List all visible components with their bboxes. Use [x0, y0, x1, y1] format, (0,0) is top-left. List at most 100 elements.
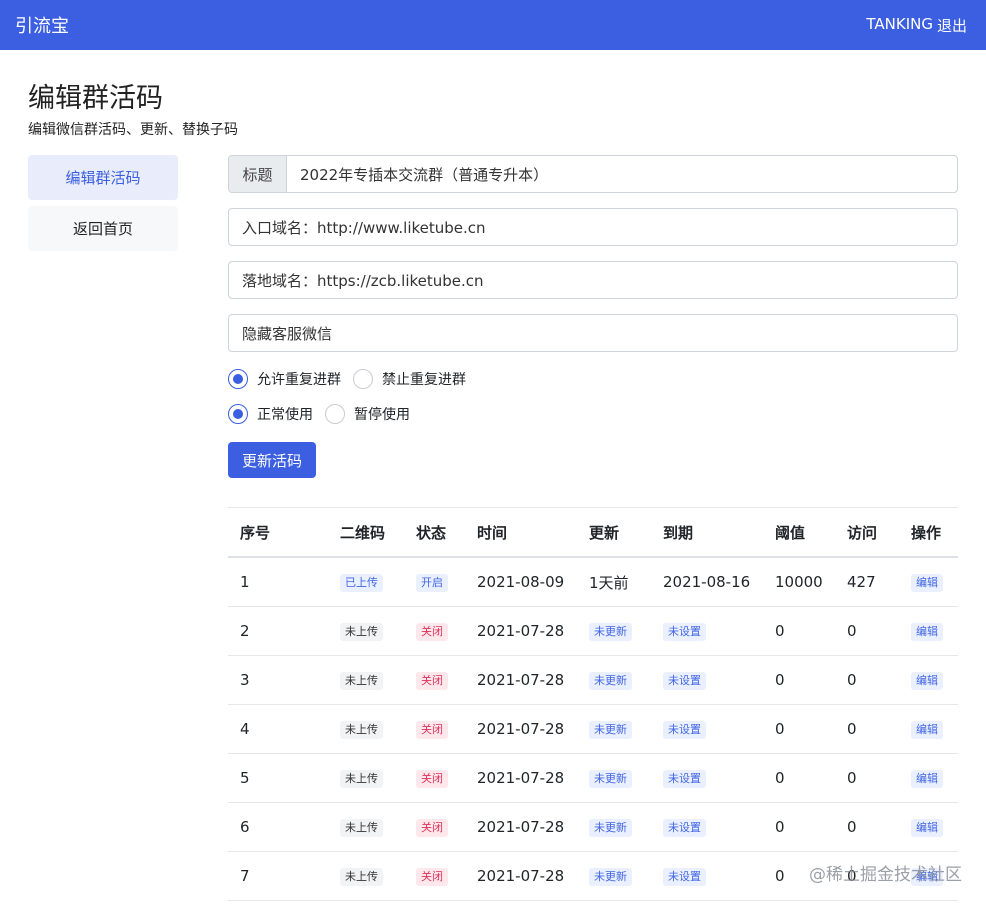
table-cell: 关闭	[404, 866, 465, 886]
table-cell: 编辑	[899, 621, 958, 641]
header-cell: 状态	[416, 523, 447, 542]
table-cell: 0	[763, 769, 835, 787]
radio-normal[interactable]: 正常使用	[228, 404, 313, 424]
update-cell: 未更新	[589, 721, 632, 739]
title-input[interactable]: 2022年专插本交流群（普通专升本）	[287, 164, 561, 185]
logout-link[interactable]: 退出	[937, 15, 967, 36]
cell-time: 2021-07-28	[477, 622, 565, 640]
qrcode-badge: 未上传	[340, 721, 383, 739]
cell-time: 2021-07-28	[477, 671, 565, 689]
edit-badge[interactable]: 编辑	[911, 672, 943, 690]
update-cell: 未更新	[589, 672, 632, 690]
cell-visits: 0	[847, 720, 857, 738]
table-cell: 未更新	[577, 817, 651, 837]
radio-checked-icon[interactable]	[228, 404, 248, 424]
cell-time: 2021-07-28	[477, 720, 565, 738]
radio-unchecked-icon[interactable]	[353, 369, 373, 389]
qrcode-badge: 未上传	[340, 770, 383, 788]
header-cell: 到期	[663, 523, 694, 542]
table-cell: 2021-07-28	[465, 818, 577, 836]
table-cell: 未更新	[577, 768, 651, 788]
table-cell: 未上传	[328, 719, 404, 739]
qrcode-badge: 未上传	[340, 868, 383, 886]
edit-badge[interactable]: 编辑	[911, 574, 943, 592]
table-cell: 未更新	[577, 866, 651, 886]
landing-domain-value: 落地域名：https://zcb.liketube.cn	[242, 271, 484, 290]
cell-threshold: 0	[775, 622, 785, 640]
expiry-cell: 未设置	[663, 672, 706, 690]
cell-threshold: 10000	[775, 573, 823, 591]
table-cell: 编辑	[899, 719, 958, 739]
table-row: 4 未上传 关闭 2021-07-28 未更新 未设置 0 0 编辑	[228, 705, 958, 754]
update-button[interactable]: 更新活码	[228, 442, 316, 478]
table-cell: 关闭	[404, 768, 465, 788]
hidden-service-field[interactable]: 隐藏客服微信	[228, 314, 958, 352]
table-cell: 2021-07-28	[465, 867, 577, 885]
cell-visits: 427	[847, 573, 876, 591]
table-cell: 编辑	[899, 572, 958, 592]
edit-badge[interactable]: 编辑	[911, 770, 943, 788]
expiry-cell: 未设置	[663, 868, 706, 886]
page-title: 编辑群活码	[28, 83, 163, 114]
edit-badge[interactable]: 编辑	[911, 819, 943, 837]
expiry-cell: 2021-08-16	[663, 573, 751, 591]
edit-badge[interactable]: 编辑	[911, 623, 943, 641]
cell-visits: 0	[847, 769, 857, 787]
header-cell: 更新	[589, 523, 620, 542]
radio-allow-repeat[interactable]: 允许重复进群	[228, 369, 341, 389]
table-cell: 0	[835, 769, 899, 787]
table-row: 3 未上传 关闭 2021-07-28 未更新 未设置 0 0 编辑	[228, 656, 958, 705]
user-menu: TANKING 退出	[866, 15, 967, 36]
expiry-cell: 未设置	[663, 623, 706, 641]
table-cell: 3	[228, 671, 328, 689]
cell-time: 2021-08-09	[477, 573, 565, 591]
title-field[interactable]: 标题 2022年专插本交流群（普通专升本）	[228, 155, 958, 193]
table-row: 6 未上传 关闭 2021-07-28 未更新 未设置 0 0 编辑	[228, 803, 958, 852]
watermark: @稀土掘金技术社区	[809, 865, 962, 885]
radio-forbid-repeat[interactable]: 禁止重复进群	[353, 369, 466, 389]
table-cell: 4	[228, 720, 328, 738]
table-cell: 2021-07-28	[465, 622, 577, 640]
hidden-service-value: 隐藏客服微信	[242, 324, 333, 343]
subcode-table: 序号 二维码 状态 时间 更新 到期 阈值 访问 操作 1 已上传 开启 2021-0…	[228, 507, 958, 901]
top-navbar: 引流宝 TANKING 退出	[0, 0, 986, 50]
header-cell: 操作	[911, 523, 942, 542]
entry-domain-value: 入口域名：http://www.liketube.cn	[242, 218, 486, 237]
sidebar-item-edit[interactable]: 编辑群活码	[28, 155, 178, 200]
update-cell: 未更新	[589, 770, 632, 788]
table-cell: 10000	[763, 573, 835, 591]
radio-label: 正常使用	[257, 407, 313, 423]
qrcode-badge: 未上传	[340, 672, 383, 690]
table-cell: 未更新	[577, 670, 651, 690]
status-badge: 开启	[416, 574, 448, 592]
table-cell: 未设置	[651, 817, 763, 837]
table-row: 2 未上传 关闭 2021-07-28 未更新 未设置 0 0 编辑	[228, 607, 958, 656]
header-cell: 访问	[847, 523, 878, 542]
radio-unchecked-icon[interactable]	[325, 404, 345, 424]
radio-checked-icon[interactable]	[228, 369, 248, 389]
cell-index: 6	[240, 818, 250, 836]
table-cell: 关闭	[404, 621, 465, 641]
table-cell: 0	[763, 622, 835, 640]
radio-label: 暂停使用	[354, 407, 410, 423]
landing-domain-field[interactable]: 落地域名：https://zcb.liketube.cn	[228, 261, 958, 299]
brand-logo[interactable]: 引流宝	[15, 12, 69, 38]
table-cell: 未设置	[651, 670, 763, 690]
title-label: 标题	[229, 156, 287, 192]
table-cell: 未上传	[328, 817, 404, 837]
sidebar: 编辑群活码 返回首页	[28, 155, 178, 257]
table-header: 序号 二维码 状态 时间 更新 到期 阈值 访问 操作	[228, 508, 958, 558]
table-cell: 0	[763, 720, 835, 738]
repeat-join-radio-group: 允许重复进群 禁止重复进群	[228, 367, 958, 391]
entry-domain-field[interactable]: 入口域名：http://www.liketube.cn	[228, 208, 958, 246]
radio-paused[interactable]: 暂停使用	[325, 404, 410, 424]
table-cell: 编辑	[899, 817, 958, 837]
edit-badge[interactable]: 编辑	[911, 721, 943, 739]
sidebar-item-home[interactable]: 返回首页	[28, 206, 178, 251]
edit-form: 标题 2022年专插本交流群（普通专升本） 入口域名：http://www.li…	[228, 155, 958, 478]
page-subtitle: 编辑微信群活码、更新、替换子码	[28, 122, 238, 138]
cell-index: 3	[240, 671, 250, 689]
qrcode-badge: 未上传	[340, 819, 383, 837]
table-cell: 未设置	[651, 866, 763, 886]
cell-threshold: 0	[775, 720, 785, 738]
